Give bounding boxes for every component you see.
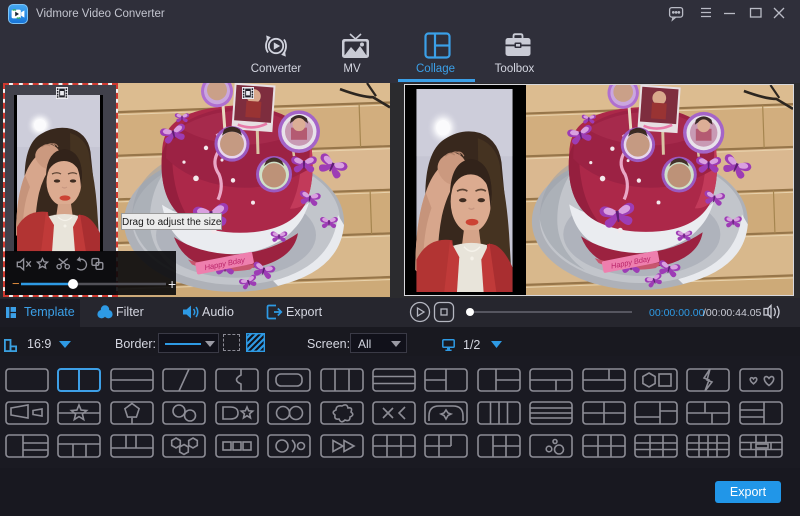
svg-text:−: −: [12, 276, 20, 291]
svg-text:/00:00:44.05: /00:00:44.05: [703, 307, 762, 319]
svg-text:00:00:00.00: 00:00:00.00: [649, 307, 705, 319]
svg-text:+: +: [168, 276, 176, 292]
